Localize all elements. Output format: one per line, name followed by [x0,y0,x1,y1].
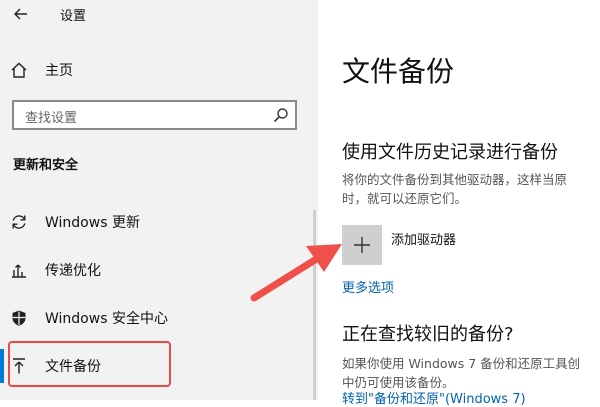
sidebar-item-label: Windows 安全中心 [45,311,168,327]
sidebar-item-home[interactable]: 主页 [0,50,318,90]
older-backup-section-title: 正在查找较旧的备份? [342,324,514,345]
sync-icon [12,215,26,229]
sidebar-item-label: 传递优化 [45,263,101,279]
back-button[interactable] [10,3,32,25]
more-options-link[interactable]: 更多选项 [342,277,394,296]
search-input[interactable]: 查找设置 [12,100,297,130]
sidebar-item-windows-security[interactable]: Windows 安全中心 [0,298,318,338]
delivery-optimization-icon [12,264,26,278]
app-title: 设置 [60,9,87,24]
sidebar-item-windows-update[interactable]: Windows 更新 [0,202,318,242]
history-description-line2: 时，就可以还原它们。 [342,191,468,206]
home-icon [11,62,27,78]
add-drive-button[interactable] [342,225,382,265]
back-arrow-icon [14,8,27,20]
sidebar: 设置 主页 查找设置 更新和安全 Windows 更新 传递优化 Windows… [0,0,318,400]
backup-restore-link[interactable]: 转到"备份和还原"(Windows 7) [342,388,526,407]
section-header: 更新和安全 [13,158,79,173]
pointer-arrow-annotation [250,244,342,302]
shield-icon [12,310,26,326]
sidebar-item-label: Windows 更新 [45,215,140,231]
plus-icon [354,237,370,253]
highlight-annotation [8,341,171,387]
search-icon[interactable] [273,107,289,123]
page-title: 文件备份 [342,55,455,88]
older-backup-description-line1: 如果你使用 Windows 7 备份和还原工具创 [342,356,581,371]
sidebar-item-label: 主页 [45,63,73,79]
history-section-title: 使用文件历史记录进行备份 [342,142,558,163]
title-bar: 设置 [0,0,318,30]
search-placeholder: 查找设置 [25,111,78,126]
history-description-line1: 将你的文件备份到其他驱动器，这样当原 [342,172,568,187]
add-drive-label[interactable]: 添加驱动器 [391,229,456,248]
